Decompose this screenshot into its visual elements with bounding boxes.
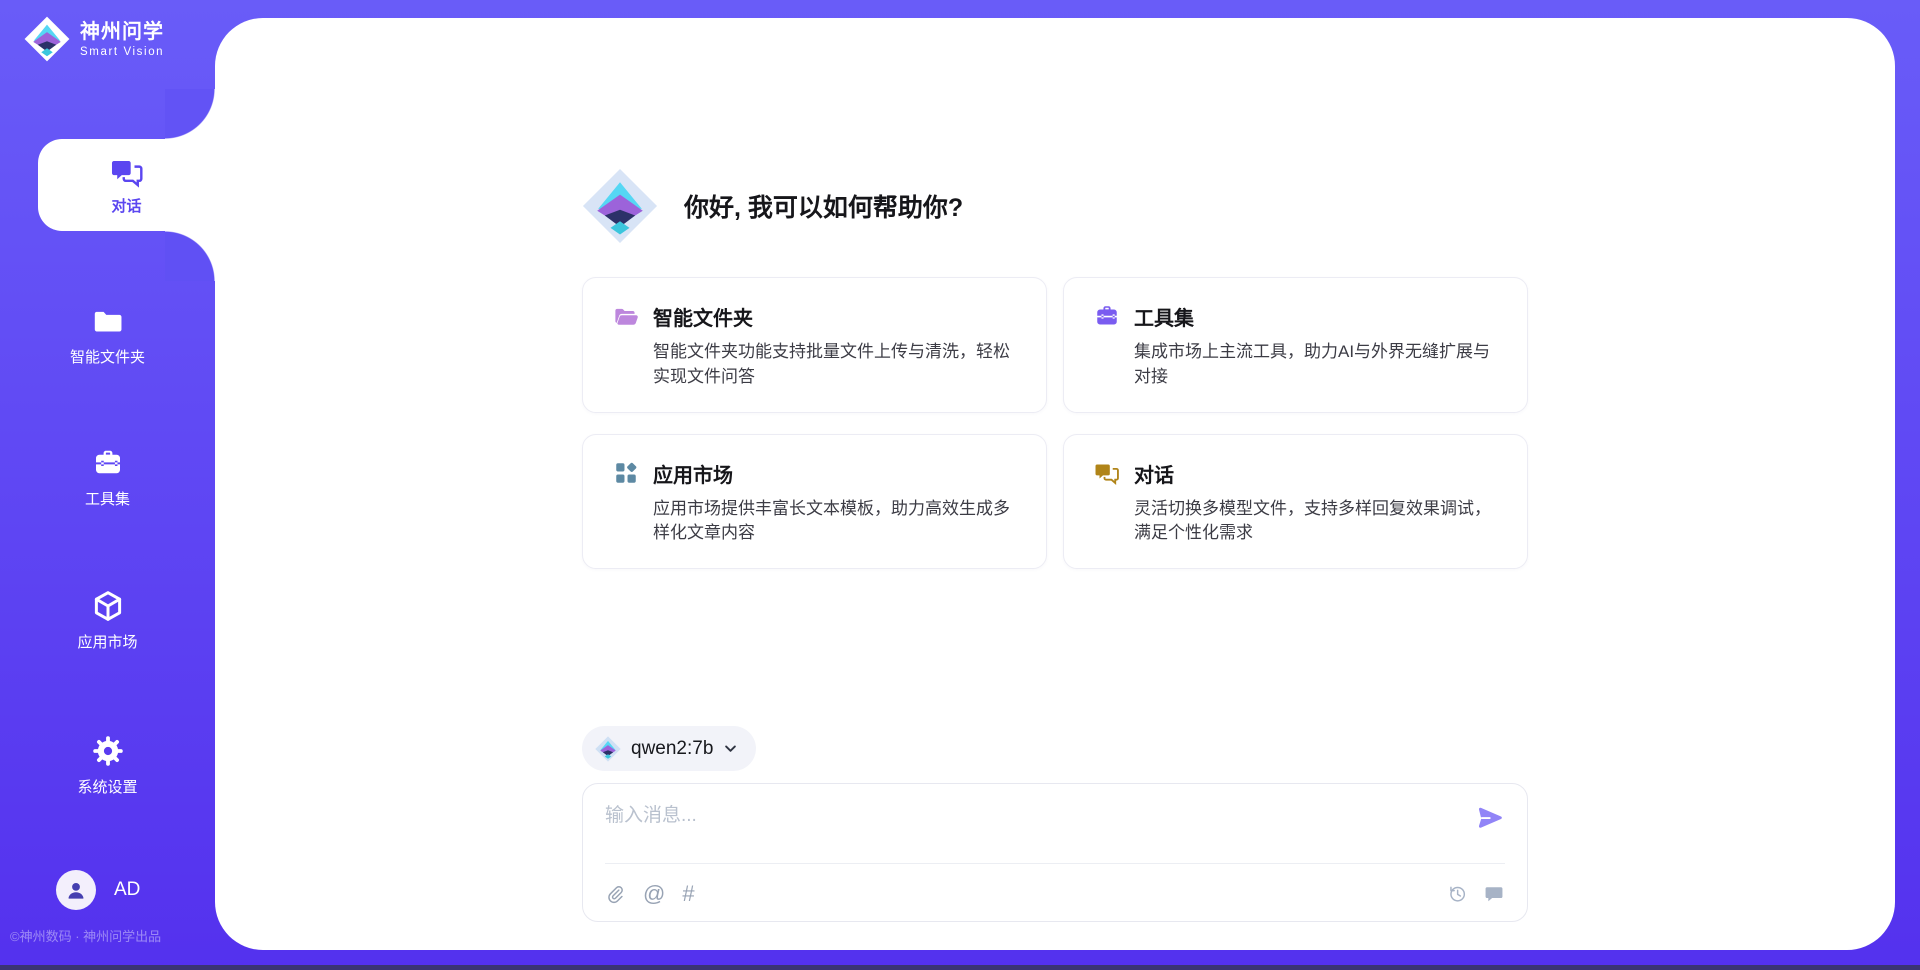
card-description: 应用市场提供丰富长文本模板，助力高效生成多样化文章内容 <box>653 497 1016 547</box>
model-selector[interactable]: qwen2:7b <box>582 726 756 771</box>
card-description: 灵活切换多模型文件，支持多样回复效果调试，满足个性化需求 <box>1134 497 1497 547</box>
window-bottom-edge <box>0 965 1920 970</box>
brand-diamond-icon <box>582 168 658 244</box>
sidebar-item-label: 工具集 <box>85 488 130 509</box>
main-panel: 你好, 我可以如何帮助你? 智能文件夹 智能文件夹功能支持批量文件上传与清洗，轻… <box>215 18 1895 950</box>
brand-diamond-icon <box>24 16 70 62</box>
folder-icon <box>92 306 124 338</box>
card-description: 集成市场上主流工具，助力AI与外界无缝扩展与对接 <box>1134 340 1497 390</box>
card-title: 工具集 <box>1134 302 1194 331</box>
chat-bubbles-icon <box>110 155 144 189</box>
sidebar-item-label: 智能文件夹 <box>70 346 145 367</box>
person-icon <box>63 877 89 903</box>
user-profile[interactable]: AD <box>56 870 140 910</box>
chevron-down-icon <box>723 741 738 756</box>
card-title: 智能文件夹 <box>653 302 753 331</box>
chat-bubble-icon <box>1483 893 1505 908</box>
apps-grid-icon <box>613 460 639 486</box>
gear-icon <box>91 734 125 768</box>
toolbox-icon <box>92 448 124 480</box>
brand: 神州问学 Smart Vision <box>24 16 164 62</box>
sidebar-item-toolset[interactable]: 工具集 <box>0 448 215 509</box>
sidebar-item-smart-folders[interactable]: 智能文件夹 <box>0 306 215 367</box>
sidebar-item-label: 应用市场 <box>77 631 137 652</box>
sidebar-item-label: 对话 <box>111 195 141 216</box>
greeting: 你好, 我可以如何帮助你? <box>582 168 1528 244</box>
toolbox-icon <box>1094 304 1120 330</box>
card-description: 智能文件夹功能支持批量文件上传与清洗，轻松实现文件问答 <box>653 340 1016 390</box>
at-icon: @ <box>643 881 665 906</box>
brand-title: 神州问学 <box>80 21 164 43</box>
card-smart-folders[interactable]: 智能文件夹 智能文件夹功能支持批量文件上传与清洗，轻松实现文件问答 <box>582 277 1047 413</box>
card-title: 对话 <box>1134 459 1174 488</box>
message-input[interactable] <box>603 798 1455 856</box>
sidebar-item-label: 系统设置 <box>77 776 137 797</box>
copyright: ©神州数码 · 神州问学出品 <box>10 926 215 945</box>
topic-button[interactable]: # <box>682 883 694 905</box>
attach-button[interactable] <box>605 884 626 905</box>
cube-icon <box>91 589 125 623</box>
avatar <box>56 870 96 910</box>
brand-diamond-icon <box>595 736 621 762</box>
composer: @ # <box>582 783 1528 922</box>
greeting-text: 你好, 我可以如何帮助你? <box>684 188 963 224</box>
card-toolset[interactable]: 工具集 集成市场上主流工具，助力AI与外界无缝扩展与对接 <box>1063 277 1528 413</box>
tab-concave-top <box>165 89 215 139</box>
model-name: qwen2:7b <box>631 738 713 760</box>
hash-icon: # <box>682 881 694 906</box>
card-chat[interactable]: 对话 灵活切换多模型文件，支持多样回复效果调试，满足个性化需求 <box>1063 434 1528 570</box>
tab-concave-bottom <box>165 231 215 281</box>
sidebar-item-settings[interactable]: 系统设置 <box>0 734 215 797</box>
sidebar: 神州问学 Smart Vision 对话 智能文件夹 <box>0 0 215 970</box>
history-icon <box>1446 893 1468 908</box>
sidebar-item-chat[interactable]: 对话 <box>38 139 215 231</box>
app-window: 神州问学 Smart Vision 对话 智能文件夹 <box>0 0 1920 970</box>
user-name: AD <box>114 879 140 901</box>
sidebar-item-app-market[interactable]: 应用市场 <box>0 589 215 652</box>
paperclip-icon <box>605 893 626 908</box>
card-title: 应用市场 <box>653 459 733 488</box>
brand-subtitle: Smart Vision <box>80 46 164 58</box>
mention-button[interactable]: @ <box>643 883 665 905</box>
open-folder-icon <box>613 304 639 330</box>
history-button[interactable] <box>1446 883 1468 905</box>
paper-plane-icon <box>1475 821 1505 836</box>
feedback-button[interactable] <box>1483 883 1505 905</box>
card-app-market[interactable]: 应用市场 应用市场提供丰富长文本模板，助力高效生成多样化文章内容 <box>582 434 1047 570</box>
send-button[interactable] <box>1475 803 1505 833</box>
chat-bubbles-icon <box>1094 460 1120 486</box>
composer-divider <box>605 863 1505 864</box>
feature-cards: 智能文件夹 智能文件夹功能支持批量文件上传与清洗，轻松实现文件问答 工具集 集成… <box>582 277 1528 569</box>
